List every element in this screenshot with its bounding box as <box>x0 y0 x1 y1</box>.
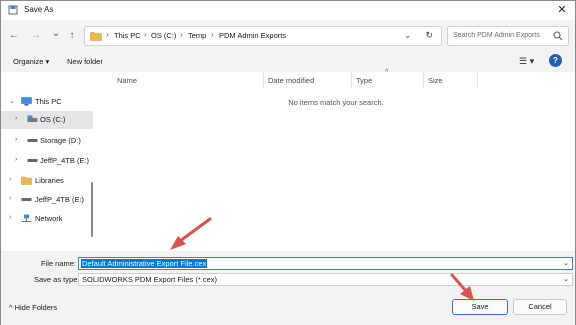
sidebar-item-storage-d[interactable]: › Storage (D:) <box>1 132 93 150</box>
chevron-down-icon[interactable]: ⌄ <box>9 97 15 105</box>
refresh-button[interactable]: ↻ <box>425 30 433 41</box>
sidebar-item-jeffp-4tb-e[interactable]: › JeffP_4TB (E:) <box>1 152 93 170</box>
search-placeholder: Search PDM Admin Exports <box>453 32 540 39</box>
chevron-right-icon[interactable]: › <box>9 195 11 202</box>
breadcrumb-temp[interactable]: Temp <box>188 31 206 40</box>
navigation-bar: ← → ⌄ ↑ › This PC › OS (C:) › Temp › PDM… <box>1 20 575 52</box>
recent-locations-button[interactable]: ⌄ <box>49 27 63 41</box>
forward-button[interactable]: → <box>29 29 43 43</box>
folder-icon <box>90 32 102 41</box>
content-area: ⌄ This PC › OS (C:) › Storage (D:) › Jef… <box>1 69 575 251</box>
column-header-size[interactable]: Size <box>428 76 443 85</box>
sidebar-item-label: This PC <box>35 97 62 106</box>
sidebar-item-jeffp-4tb-e-root[interactable]: › JeffP_4TB (E:) <box>1 191 93 209</box>
view-options-button[interactable]: ☰ ▾ <box>519 56 534 67</box>
sidebar-item-os-c[interactable]: › OS (C:) <box>1 111 93 129</box>
back-button[interactable]: ← <box>7 29 21 43</box>
chevron-right-icon[interactable]: › <box>15 115 17 122</box>
sidebar-item-label: Network <box>35 214 63 223</box>
column-divider[interactable] <box>263 72 264 88</box>
search-box[interactable]: Search PDM Admin Exports <box>447 26 569 46</box>
chevron-right-icon[interactable]: › <box>9 214 11 221</box>
column-divider[interactable] <box>477 72 478 88</box>
file-name-input[interactable]: Default Administrative Export File.cex ⌄ <box>78 257 573 270</box>
title-bar: Save As ✕ <box>1 1 575 20</box>
breadcrumb-separator: › <box>211 30 214 39</box>
new-folder-button[interactable]: New folder <box>67 57 103 66</box>
hide-folders-button[interactable]: ^ Hide Folders <box>9 303 57 312</box>
computer-icon <box>21 97 32 106</box>
column-header-type[interactable]: Type <box>356 76 372 85</box>
save-as-type-label: Save as type: <box>34 275 80 284</box>
sidebar-item-this-pc[interactable]: ⌄ This PC <box>1 93 93 111</box>
help-icon[interactable]: ? <box>549 54 562 67</box>
sidebar-item-network[interactable]: › Network <box>1 210 93 228</box>
navigation-pane[interactable]: ⌄ This PC › OS (C:) › Storage (D:) › Jef… <box>1 72 97 251</box>
breadcrumb-os-c[interactable]: OS (C:) <box>151 31 176 40</box>
column-header-date-modified[interactable]: Date modified <box>268 76 314 85</box>
sidebar-item-label: JeffP_4TB (E:) <box>35 195 85 204</box>
up-button[interactable]: ↑ <box>65 29 79 43</box>
chevron-right-icon[interactable]: › <box>15 156 17 163</box>
breadcrumb-pdm-admin-exports[interactable]: PDM Admin Exports <box>219 31 286 40</box>
sidebar-item-libraries[interactable]: › Libraries <box>1 172 93 190</box>
network-icon <box>22 214 31 222</box>
dialog-footer: ^ Hide Folders Save Cancel <box>1 289 575 325</box>
save-as-icon <box>8 5 18 15</box>
organize-menu[interactable]: Organize ▾ <box>13 57 49 66</box>
breadcrumb-separator: › <box>180 30 183 39</box>
sort-indicator-icon: ^ <box>385 69 389 76</box>
sidebar-scrollbar[interactable] <box>91 182 93 237</box>
save-button[interactable]: Save <box>452 299 508 315</box>
drive-icon <box>27 139 38 142</box>
chevron-right-icon[interactable]: › <box>15 136 17 143</box>
sidebar-item-label: Storage (D:) <box>40 136 81 145</box>
window-title: Save As <box>24 5 54 14</box>
folder-icon <box>21 176 32 185</box>
save-form: File name: Default Administrative Export… <box>1 251 575 289</box>
file-list[interactable]: Name Date modified ^ Type Size No items … <box>97 69 575 251</box>
search-icon <box>553 31 563 41</box>
save-as-type-value: SOLIDWORKS PDM Export Files (*.cex) <box>82 275 218 284</box>
file-name-dropdown-button[interactable]: ⌄ <box>563 259 569 267</box>
save-as-type-select[interactable]: SOLIDWORKS PDM Export Files (*.cex) ⌄ <box>78 273 573 286</box>
breadcrumb-separator: › <box>144 30 147 39</box>
sidebar-item-label: OS (C:) <box>40 115 66 124</box>
sidebar-item-label: Libraries <box>35 176 64 185</box>
command-toolbar: Organize ▾ New folder ☰ ▾ ? <box>1 52 575 72</box>
address-dropdown-button[interactable]: ⌄ <box>404 31 411 40</box>
save-as-type-dropdown-button[interactable]: ⌄ <box>563 275 569 283</box>
breadcrumb-this-pc[interactable]: This PC <box>114 31 141 40</box>
column-divider[interactable] <box>351 72 352 88</box>
empty-folder-message: No items match your search. <box>288 98 384 107</box>
save-as-dialog: Save As ✕ ← → ⌄ ↑ › This PC › OS (C:) › … <box>0 0 576 325</box>
column-header-name[interactable]: Name <box>117 76 137 85</box>
drive-icon <box>21 198 32 201</box>
column-divider[interactable] <box>423 72 424 88</box>
drive-icon <box>27 115 38 122</box>
cancel-button[interactable]: Cancel <box>513 299 567 315</box>
file-name-label: File name: <box>41 259 77 268</box>
chevron-right-icon[interactable]: › <box>9 176 11 183</box>
breadcrumb-separator: › <box>106 30 109 39</box>
sidebar-item-label: JeffP_4TB (E:) <box>40 156 90 165</box>
close-button[interactable]: ✕ <box>555 3 569 17</box>
drive-icon <box>27 159 38 162</box>
address-bar[interactable]: › This PC › OS (C:) › Temp › PDM Admin E… <box>84 26 442 46</box>
file-name-value: Default Administrative Export File.cex <box>81 259 208 268</box>
